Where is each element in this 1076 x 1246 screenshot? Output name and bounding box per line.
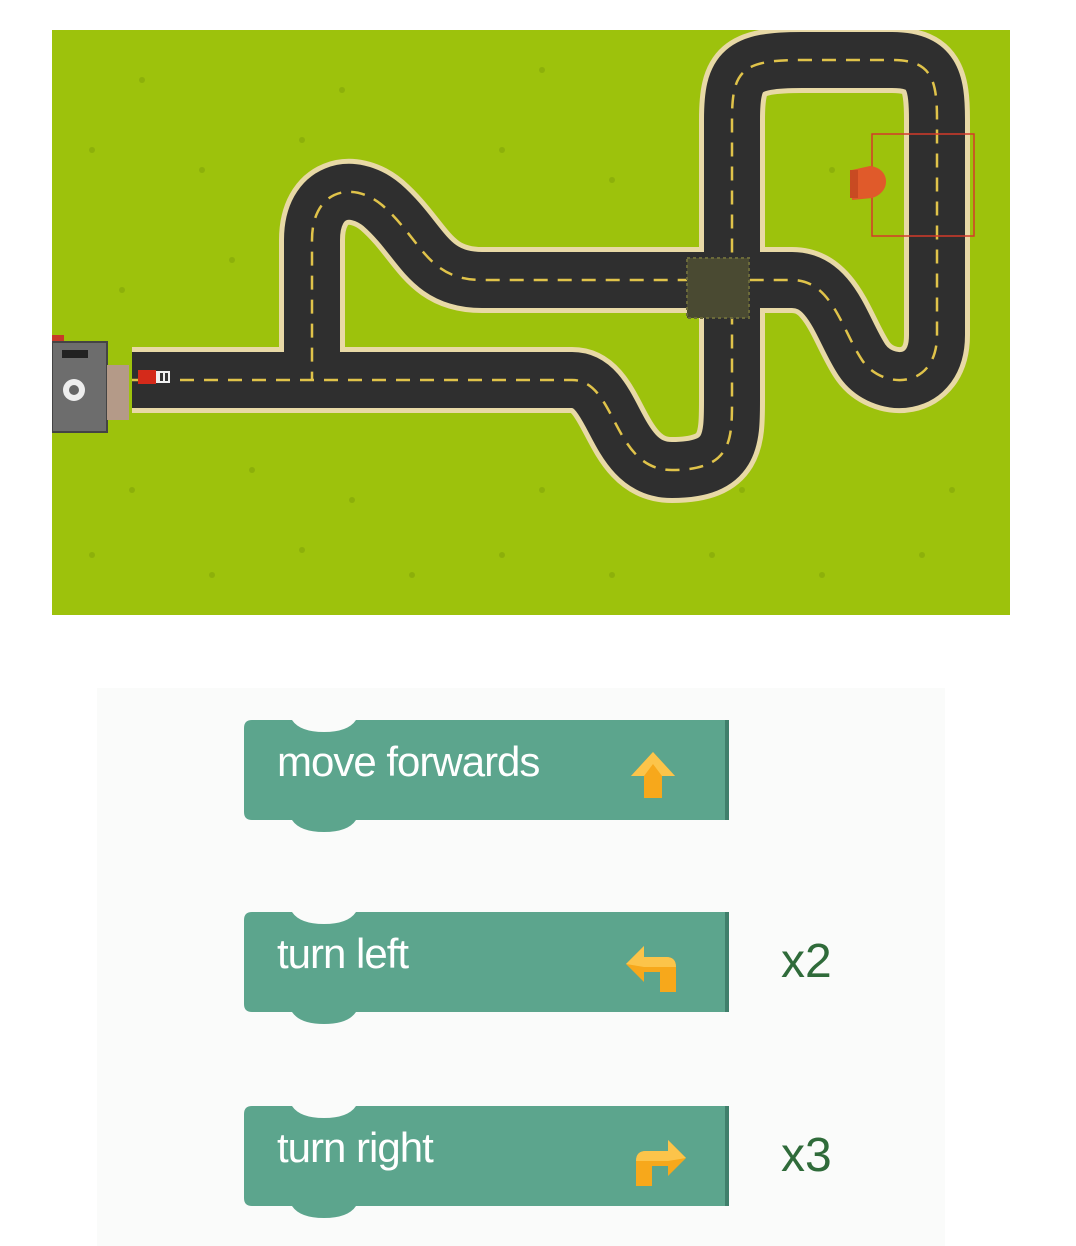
- turn-left-icon: [626, 946, 676, 992]
- turn-right-count: x3: [781, 1129, 832, 1182]
- turn-left-block[interactable]: turn left: [244, 912, 729, 1024]
- block-label: turn right: [277, 1124, 434, 1171]
- block-label: turn left: [277, 930, 409, 977]
- block-label: move forwards: [277, 738, 540, 785]
- turn-left-count: x2: [781, 935, 832, 988]
- car-icon: [138, 370, 170, 384]
- move-forwards-block[interactable]: move forwards: [244, 720, 729, 832]
- turn-right-icon: [636, 1140, 686, 1186]
- game-board: [52, 30, 1010, 615]
- turn-right-block[interactable]: turn right: [244, 1106, 729, 1218]
- intersection: [686, 257, 750, 319]
- arrow-up-icon: [631, 752, 675, 798]
